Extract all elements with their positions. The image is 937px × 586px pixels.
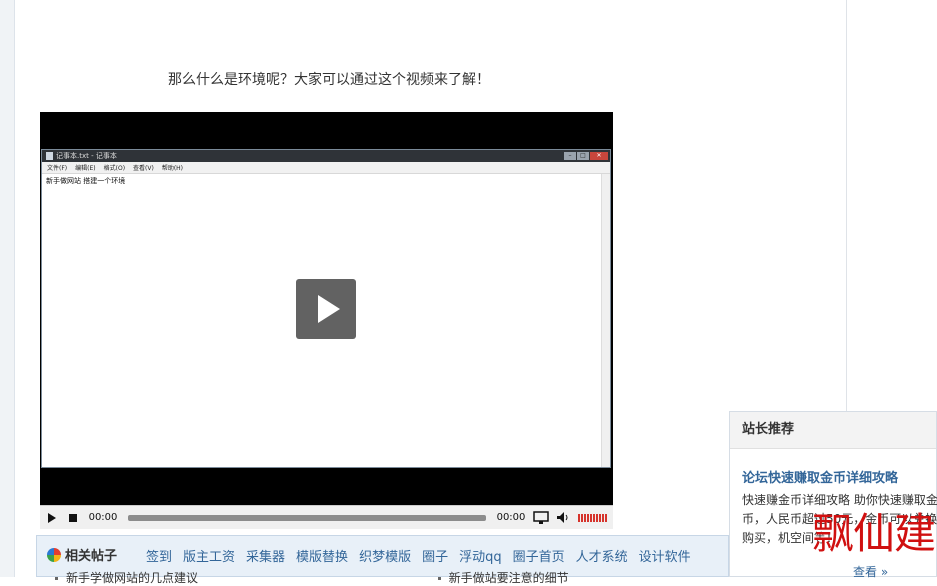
- tag-link[interactable]: 版主工资: [183, 546, 235, 565]
- recommend-link[interactable]: 论坛快速赚取金币详细攻略: [742, 467, 898, 486]
- maximize-icon: □: [577, 152, 589, 160]
- tag-link[interactable]: 签到: [146, 546, 172, 565]
- window-buttons: – □ ✕: [564, 152, 608, 160]
- tag-link[interactable]: 圈子: [422, 546, 448, 565]
- recommend-title: 站长推荐: [730, 412, 936, 449]
- menu-item: 格式(O): [103, 165, 126, 172]
- menu-item: 编辑(E): [75, 165, 96, 172]
- notepad-scrollbar: [601, 174, 610, 467]
- watermark: 飘仙建站: [812, 509, 937, 558]
- menu-item: 查看(V): [133, 165, 154, 172]
- minimize-icon: –: [564, 152, 576, 160]
- stop-icon: [69, 513, 77, 522]
- notepad-title: 记事本.txt - 记事本: [56, 152, 117, 160]
- volume-slider[interactable]: [578, 513, 607, 522]
- tag-link[interactable]: 浮动qq: [459, 546, 502, 565]
- progress-bar[interactable]: [128, 514, 486, 521]
- video-player[interactable]: 记事本.txt - 记事本 – □ ✕ 文件(F) 编辑(E) 格式(O) 查看…: [40, 112, 613, 529]
- play-icon[interactable]: [296, 279, 356, 339]
- tag-link[interactable]: 设计软件: [639, 546, 691, 565]
- related-logo-icon: [47, 547, 61, 562]
- related-tags: 签到 版主工资 采集器 模版替换 织梦模版 圈子 浮动qq 圈子首页 人才系统 …: [146, 546, 691, 565]
- list-item[interactable]: 新手学做网站的几点建议: [66, 571, 198, 585]
- notepad-titlebar: 记事本.txt - 记事本 – □ ✕: [42, 150, 610, 162]
- fullscreen-button[interactable]: [530, 506, 552, 529]
- play-button[interactable]: [40, 506, 62, 529]
- total-time: 00:00: [496, 512, 526, 523]
- close-icon: ✕: [590, 152, 608, 160]
- tag-link[interactable]: 人才系统: [576, 546, 628, 565]
- list-item[interactable]: 新手做站要注意的细节: [449, 571, 569, 585]
- notepad-content: 新手做网站 搭建一个环境: [46, 177, 126, 185]
- fullscreen-icon: [533, 511, 549, 524]
- file-icon: [46, 152, 53, 160]
- speaker-icon: [557, 512, 568, 523]
- volume-button[interactable]: [552, 506, 574, 529]
- menu-item: 文件(F): [47, 165, 68, 172]
- tag-link[interactable]: 模版替换: [296, 546, 348, 565]
- current-time: 00:00: [88, 512, 118, 523]
- notepad-menu: 文件(F) 编辑(E) 格式(O) 查看(V) 帮助(H): [42, 162, 610, 174]
- related-title: 相关帖子: [65, 549, 118, 564]
- related-list: 新手学做网站的几点建议 新手做站要注意的细节: [55, 569, 569, 586]
- tag-link[interactable]: 圈子首页: [513, 546, 565, 565]
- intro-text: 那么什么是环境呢？大家可以通过这个视频来了解！: [168, 72, 490, 88]
- left-gutter: [0, 0, 15, 577]
- play-small-icon: [47, 512, 56, 523]
- view-more-link[interactable]: 查看 »: [853, 563, 888, 580]
- stop-button[interactable]: [62, 506, 84, 529]
- video-controls: 00:00 00:00: [40, 505, 613, 529]
- related-posts: 相关帖子 签到 版主工资 采集器 模版替换 织梦模版 圈子 浮动qq 圈子首页 …: [36, 535, 729, 585]
- tag-link[interactable]: 织梦模版: [359, 546, 411, 565]
- related-header: 相关帖子: [47, 545, 117, 564]
- menu-item: 帮助(H): [161, 165, 184, 172]
- tag-link[interactable]: 采集器: [246, 546, 285, 565]
